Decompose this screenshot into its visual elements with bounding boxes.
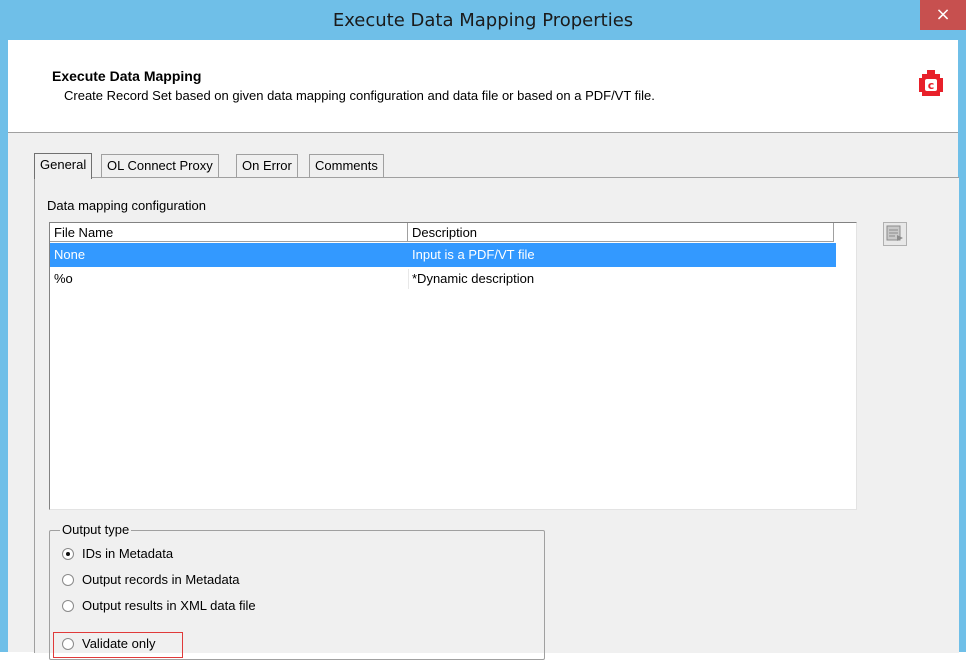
column-header-file-name[interactable]: File Name <box>50 223 408 242</box>
general-tab-panel: Data mapping configuration File Name Des… <box>34 177 959 660</box>
cell-file-name: None <box>54 247 86 262</box>
data-mapping-list[interactable]: File Name Description None Input is a PD… <box>49 222 857 510</box>
tab-ol-connect-proxy[interactable]: OL Connect Proxy <box>101 154 219 177</box>
dialog-client: Execute Data Mapping Create Record Set b… <box>8 40 959 660</box>
browse-button[interactable] <box>883 222 907 246</box>
radio-button[interactable] <box>62 548 74 560</box>
header-description: Create Record Set based on given data ma… <box>64 88 655 103</box>
browse-icon <box>886 225 903 241</box>
dialog-header: Execute Data Mapping Create Record Set b… <box>8 40 958 133</box>
data-mapping-configuration-label: Data mapping configuration <box>47 198 206 213</box>
output-type-legend: Output type <box>60 522 132 537</box>
radio-label[interactable]: Output results in XML data file <box>82 598 256 613</box>
radio-label[interactable]: Validate only <box>82 636 155 651</box>
dialog-window: Execute Data Mapping Properties × Execut… <box>0 0 966 660</box>
cell-file-name: %o <box>54 271 73 286</box>
header-title: Execute Data Mapping <box>52 68 202 84</box>
connect-plugin-icon: c <box>918 70 944 100</box>
window-title: Execute Data Mapping Properties <box>332 10 634 31</box>
radio-button[interactable] <box>62 638 74 650</box>
tab-general[interactable]: General <box>34 153 93 179</box>
cell-description: *Dynamic description <box>412 271 535 286</box>
tab-on-error[interactable]: On Error <box>236 154 298 177</box>
cell-description: Input is a PDF/VT file <box>412 247 535 262</box>
list-header: File Name Description <box>50 223 836 243</box>
column-header-description[interactable]: Description <box>408 223 834 242</box>
output-type-group: Output type IDs in Metadata Output recor… <box>49 522 545 660</box>
title-bar[interactable]: Execute Data Mapping Properties × <box>0 0 966 40</box>
radio-label[interactable]: Output records in Metadata <box>82 572 240 587</box>
table-row[interactable]: %o *Dynamic description <box>50 267 836 291</box>
radio-button[interactable] <box>62 574 74 586</box>
radio-label[interactable]: IDs in Metadata <box>82 546 173 561</box>
radio-button[interactable] <box>62 600 74 612</box>
tab-comments[interactable]: Comments <box>309 154 384 177</box>
svg-text:c: c <box>928 79 935 92</box>
close-button[interactable]: × <box>920 0 966 30</box>
table-row[interactable]: None Input is a PDF/VT file <box>50 243 836 267</box>
